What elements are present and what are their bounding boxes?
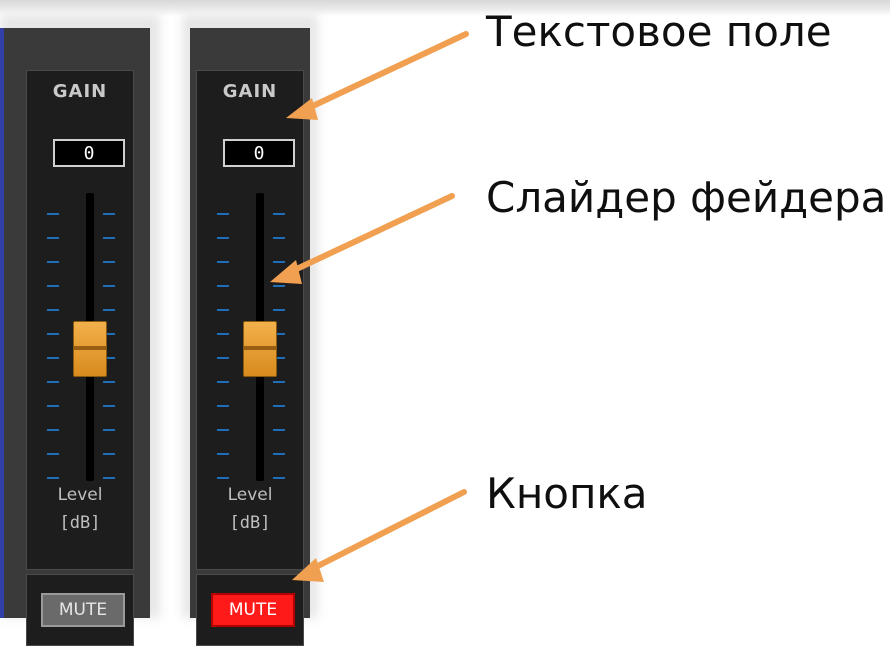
- annotation-button: Кнопка: [486, 469, 648, 518]
- arrow-to-text-field: [297, 31, 469, 115]
- scale-tick: [103, 237, 115, 239]
- fader-slider[interactable]: [243, 320, 277, 377]
- mute-button[interactable]: MUTE: [41, 593, 125, 627]
- scale-tick: [217, 405, 229, 407]
- fader-slider[interactable]: [73, 320, 107, 377]
- scale-tick: [103, 405, 115, 407]
- scale-tick: [217, 333, 229, 335]
- unit-label: [dB]: [59, 513, 101, 533]
- scale-tick: [103, 477, 115, 479]
- scale-tick: [47, 213, 59, 215]
- gain-title: GAIN: [222, 81, 278, 102]
- annotation-fader-slider: Слайдер фейдера: [486, 173, 887, 222]
- scale-tick: [217, 429, 229, 431]
- scale-tick: [47, 453, 59, 455]
- gain-value-field[interactable]: 0: [223, 139, 295, 167]
- scale-tick: [103, 285, 115, 287]
- level-label: Level: [227, 485, 273, 505]
- gain-panel: GAIN 0 Level [dB]: [26, 70, 134, 570]
- scale-tick: [103, 261, 115, 263]
- scale-tick: [47, 381, 59, 383]
- scale-tick: [217, 285, 229, 287]
- annotation-text-field: Текстовое поле: [486, 7, 832, 56]
- scale-tick: [273, 261, 285, 263]
- scale-tick: [103, 309, 115, 311]
- scale-tick: [273, 237, 285, 239]
- scale-tick: [217, 357, 229, 359]
- scale-tick: [47, 237, 59, 239]
- scale-tick: [273, 477, 285, 479]
- scale-tick: [47, 261, 59, 263]
- gain-panel: GAIN 0 Level [dB]: [196, 70, 304, 570]
- scale-tick: [273, 381, 285, 383]
- scale-tick: [217, 381, 229, 383]
- scale-tick: [273, 285, 285, 287]
- channel-strip-2: GAIN 0 Level [dB] MUTE: [190, 28, 310, 646]
- scale-tick: [217, 453, 229, 455]
- scale-tick: [103, 381, 115, 383]
- scale-tick: [217, 213, 229, 215]
- scale-tick: [217, 237, 229, 239]
- scale-tick: [47, 285, 59, 287]
- scale-tick: [273, 213, 285, 215]
- scale-tick: [273, 405, 285, 407]
- scale-tick: [47, 333, 59, 335]
- scale-tick: [47, 309, 59, 311]
- scale-tick: [47, 429, 59, 431]
- scale-tick: [217, 261, 229, 263]
- arrow-to-button: [303, 489, 467, 575]
- scale-tick: [103, 213, 115, 215]
- scale-tick: [217, 309, 229, 311]
- mute-panel: MUTE: [26, 574, 134, 646]
- scale-tick: [47, 357, 59, 359]
- channel-strip-1: GAIN 0 Level [dB] MUTE: [0, 28, 150, 646]
- scale-tick: [273, 453, 285, 455]
- scale-tick: [217, 477, 229, 479]
- mute-button[interactable]: MUTE: [211, 593, 295, 627]
- scale-tick: [103, 429, 115, 431]
- scale-tick: [47, 477, 59, 479]
- scale-tick: [47, 405, 59, 407]
- level-label: Level: [57, 485, 103, 505]
- gain-title: GAIN: [52, 81, 108, 102]
- scale-tick: [273, 429, 285, 431]
- scale-tick: [103, 453, 115, 455]
- unit-label: [dB]: [229, 513, 271, 533]
- mute-panel: MUTE: [196, 574, 304, 646]
- gain-value-field[interactable]: 0: [53, 139, 125, 167]
- scale-tick: [273, 309, 285, 311]
